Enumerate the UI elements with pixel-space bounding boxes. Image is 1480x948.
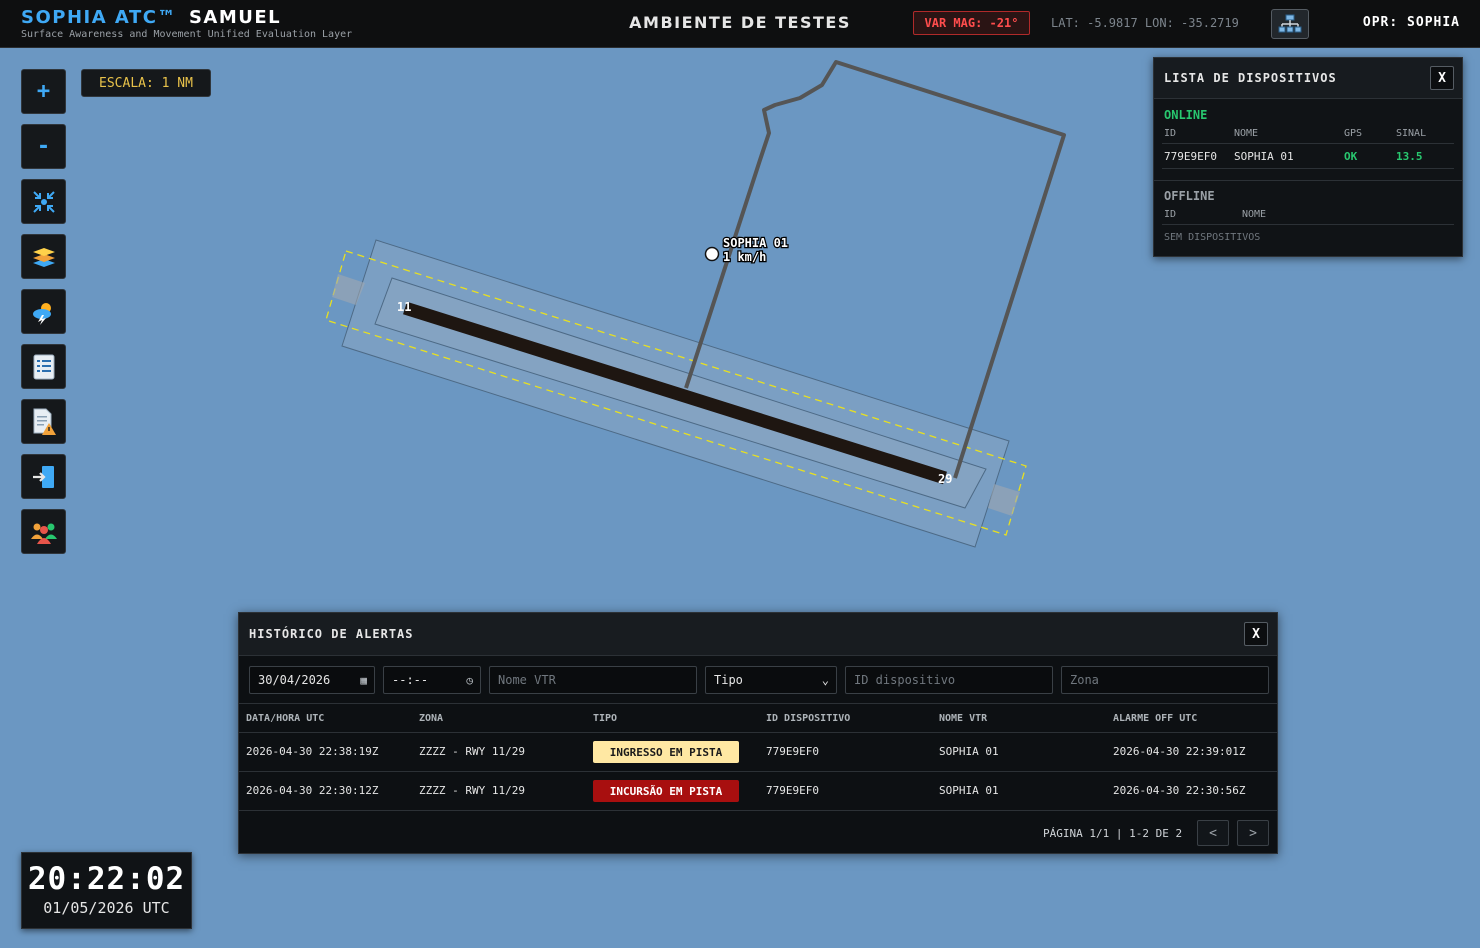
row-zone: ZZZZ - RWY 11/29 bbox=[419, 784, 525, 797]
alert-history-close-button[interactable]: X bbox=[1244, 622, 1268, 646]
online-col-signal: SINAL bbox=[1396, 128, 1427, 139]
alert-history-title: HISTÓRICO DE ALERTAS bbox=[239, 613, 1277, 656]
chevron-down-icon: ⌄ bbox=[821, 673, 829, 687]
divider bbox=[239, 703, 1277, 704]
top-bar: SOPHIA ATC™ SAMUEL Surface Awareness and … bbox=[0, 0, 1480, 48]
clock-icon: ◷ bbox=[466, 673, 473, 687]
online-col-gps: GPS bbox=[1344, 128, 1363, 139]
brand: SOPHIA ATC™ SAMUEL Surface Awareness and … bbox=[21, 7, 352, 40]
offline-empty-message: SEM DISPOSITIVOS bbox=[1164, 232, 1261, 243]
divider bbox=[1162, 143, 1454, 144]
divider bbox=[239, 771, 1277, 772]
runway-label-11: 11 bbox=[397, 300, 411, 314]
logout-button[interactable] bbox=[21, 454, 66, 499]
device-list-close-button[interactable]: X bbox=[1430, 66, 1454, 90]
offline-col-name: NOME bbox=[1242, 209, 1267, 220]
prev-page-button[interactable]: < bbox=[1197, 820, 1229, 846]
divider bbox=[239, 732, 1277, 733]
time-filter-input[interactable]: --:-- ◷ bbox=[383, 666, 481, 694]
type-filter-select[interactable]: Tipo ⌄ bbox=[705, 666, 837, 694]
divider bbox=[239, 810, 1277, 811]
alert-report-button[interactable] bbox=[21, 399, 66, 444]
row-alarm-off: 2026-04-30 22:30:56Z bbox=[1113, 784, 1246, 797]
list-button[interactable] bbox=[21, 344, 66, 389]
magnetic-variation-badge: VAR MAG: -21° bbox=[913, 11, 1030, 35]
scale-indicator: ESCALA: 1 NM bbox=[81, 69, 211, 97]
list-icon bbox=[33, 354, 54, 379]
row-datetime: 2026-04-30 22:30:12Z bbox=[246, 784, 379, 797]
calendar-icon: ▦ bbox=[360, 673, 367, 687]
row-vtr-name: SOPHIA 01 bbox=[939, 784, 999, 797]
alert-type-badge: INGRESSO EM PISTA bbox=[593, 741, 739, 763]
alert-type-badge: INCURSÃO EM PISTA bbox=[593, 780, 739, 802]
users-button[interactable] bbox=[21, 509, 66, 554]
offline-section-title: OFFLINE bbox=[1164, 189, 1215, 203]
cursor-coordinates: LAT: -5.9817 LON: -35.2719 bbox=[1051, 16, 1239, 30]
online-col-id: ID bbox=[1164, 128, 1177, 139]
divider bbox=[1162, 168, 1454, 169]
runway bbox=[403, 301, 947, 485]
collapse-arrows-icon bbox=[32, 190, 55, 213]
device-row-gps: OK bbox=[1344, 150, 1358, 163]
col-type[interactable]: TIPO bbox=[593, 713, 617, 724]
device-row-id[interactable]: 779E9EF0 bbox=[1164, 150, 1217, 163]
date-filter-input[interactable]: 30/04/2026 ▦ bbox=[249, 666, 375, 694]
clock-time: 20:22:02 bbox=[27, 861, 186, 897]
type-filter-value: Tipo bbox=[714, 673, 743, 687]
system-name: SAMUEL bbox=[188, 7, 282, 28]
layers-icon bbox=[32, 247, 55, 267]
col-vtr-name[interactable]: NOME VTR bbox=[939, 713, 987, 724]
row-alarm-off: 2026-04-30 22:39:01Z bbox=[1113, 745, 1246, 758]
layers-button[interactable] bbox=[21, 234, 66, 279]
pagination-info: PÁGINA 1/1 | 1-2 DE 2 bbox=[1043, 827, 1183, 840]
environment-title: AMBIENTE DE TESTES bbox=[629, 13, 851, 32]
row-device-id: 779E9EF0 bbox=[766, 784, 819, 797]
row-device-id: 779E9EF0 bbox=[766, 745, 819, 758]
device-row-signal: 13.5 bbox=[1396, 150, 1423, 163]
vtr-name-filter-input[interactable]: Nome VTR bbox=[489, 666, 697, 694]
divider bbox=[1162, 224, 1454, 225]
online-col-name: NOME bbox=[1234, 128, 1259, 139]
row-zone: ZZZZ - RWY 11/29 bbox=[419, 745, 525, 758]
device-list-panel: LISTA DE DISPOSITIVOS X ONLINE ID NOME G… bbox=[1153, 57, 1463, 257]
document-warning-icon bbox=[33, 408, 56, 435]
device-row-name[interactable]: SOPHIA 01 bbox=[1234, 150, 1294, 163]
row-datetime: 2026-04-30 22:38:19Z bbox=[246, 745, 379, 758]
clock-date: 01/05/2026 UTC bbox=[43, 899, 170, 917]
runway-label-29: 29 bbox=[938, 472, 952, 486]
next-page-button[interactable]: > bbox=[1237, 820, 1269, 846]
col-alarm-off[interactable]: ALARME OFF UTC bbox=[1113, 713, 1197, 724]
zoom-out-button[interactable]: - bbox=[21, 124, 66, 169]
weather-button[interactable] bbox=[21, 289, 66, 334]
device-list-title: LISTA DE DISPOSITIVOS bbox=[1154, 58, 1462, 99]
operator-label: OPR: SOPHIA bbox=[1362, 15, 1460, 30]
zone-filter-input[interactable]: Zona bbox=[1061, 666, 1269, 694]
brand-name: SOPHIA ATC™ bbox=[21, 7, 177, 28]
weather-storm-icon bbox=[32, 302, 51, 325]
alert-history-panel: HISTÓRICO DE ALERTAS X 30/04/2026 ▦ --:-… bbox=[238, 612, 1278, 854]
vehicle-marker[interactable] bbox=[704, 246, 720, 262]
col-device-id[interactable]: ID DISPOSITIVO bbox=[766, 713, 850, 724]
network-button[interactable] bbox=[1271, 9, 1309, 39]
device-id-filter-input[interactable]: ID dispositivo bbox=[845, 666, 1053, 694]
brand-subtitle: Surface Awareness and Movement Unified E… bbox=[21, 29, 353, 40]
network-icon bbox=[1278, 14, 1302, 33]
zoom-in-button[interactable]: + bbox=[21, 69, 66, 114]
col-datetime[interactable]: DATA/HORA UTC bbox=[246, 713, 324, 724]
vehicle-name-label: SOPHIA 01 bbox=[723, 236, 788, 250]
online-section-title: ONLINE bbox=[1164, 108, 1208, 122]
users-icon bbox=[30, 523, 57, 544]
divider bbox=[1154, 180, 1462, 181]
offline-col-id: ID bbox=[1164, 209, 1177, 220]
time-filter-value: --:-- bbox=[392, 673, 429, 687]
col-zone[interactable]: ZONA bbox=[419, 713, 443, 724]
vehicle-speed-label: 1 km/h bbox=[723, 250, 766, 264]
row-vtr-name: SOPHIA 01 bbox=[939, 745, 999, 758]
utc-clock: 20:22:02 01/05/2026 UTC bbox=[21, 852, 192, 929]
date-filter-value: 30/04/2026 bbox=[258, 673, 331, 687]
logout-icon bbox=[32, 465, 54, 488]
center-map-button[interactable] bbox=[21, 179, 66, 224]
